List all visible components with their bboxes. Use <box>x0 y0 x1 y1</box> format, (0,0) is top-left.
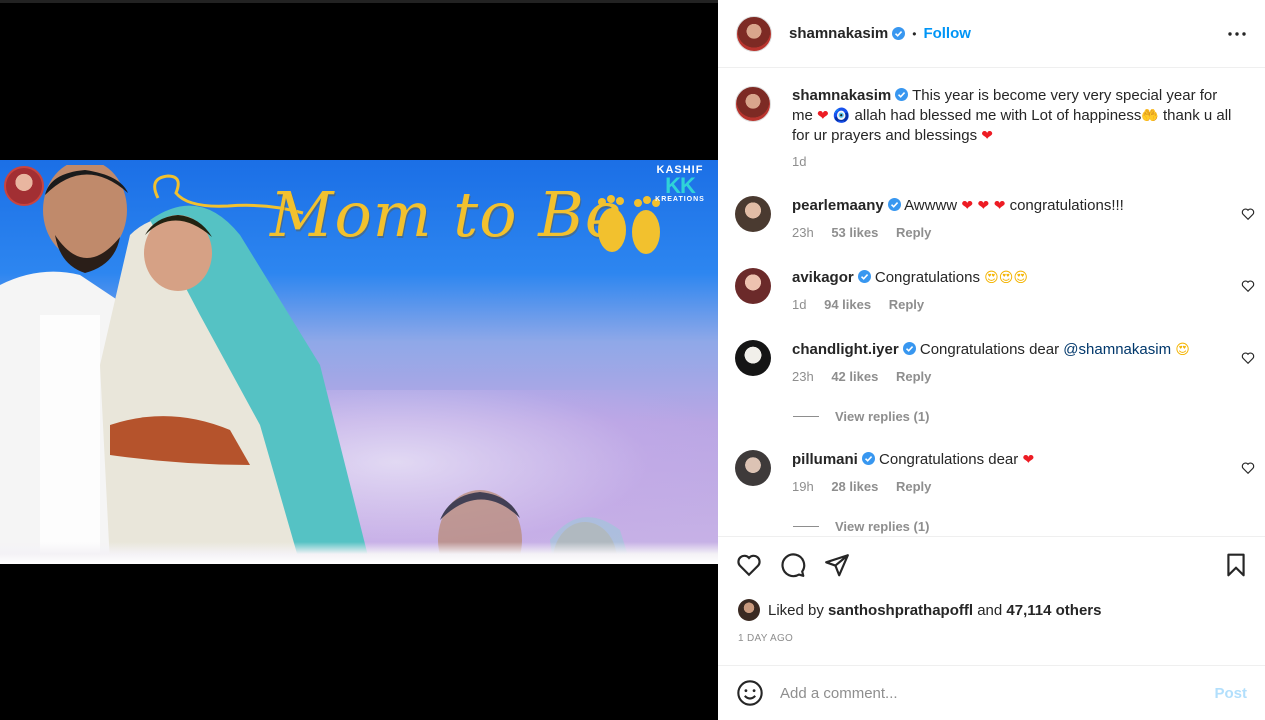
view-replies-line <box>793 526 819 527</box>
comment-likes[interactable]: 42 likes <box>831 369 878 384</box>
caption-body: shamnakasim This year is become very ver… <box>792 86 1242 146</box>
image-torn-edge <box>0 542 718 564</box>
caption-username[interactable]: shamnakasim <box>792 87 891 104</box>
like-comment-icon[interactable] <box>1241 351 1255 365</box>
heart-emoji: ❤ <box>1022 452 1035 468</box>
heart-emoji: ❤ <box>981 128 993 144</box>
post-timestamp[interactable]: 1 DAY AGO <box>738 633 793 644</box>
like-comment-icon[interactable] <box>1241 461 1255 475</box>
image-title: Mom to Be <box>270 178 623 251</box>
share-icon[interactable] <box>824 552 850 578</box>
comment-text: Congratulations dear <box>919 341 1060 358</box>
more-options-icon[interactable] <box>1227 24 1247 44</box>
comment-likes[interactable]: 53 likes <box>831 225 878 240</box>
avatar[interactable] <box>735 450 771 486</box>
follow-button[interactable]: Follow <box>923 25 971 42</box>
comment-icon[interactable] <box>780 552 806 578</box>
caption-meta: 1d <box>792 154 820 169</box>
verified-badge-icon <box>857 270 871 283</box>
comment-time[interactable]: 1d <box>792 297 806 312</box>
comment-meta: 23h 53 likes Reply <box>792 225 945 240</box>
comment-likes[interactable]: 94 likes <box>824 297 871 312</box>
caption-text-2: allah had blessed me with Lot of happine… <box>854 107 1142 124</box>
post-actions: Liked by santhoshprathapoffl and 47,114 … <box>718 536 1265 666</box>
avatar[interactable] <box>735 268 771 304</box>
emoji-picker-icon[interactable] <box>736 679 764 707</box>
image-corner-avatar <box>4 166 44 206</box>
mention-link[interactable]: @shamnakasim <box>1063 341 1171 358</box>
avatar[interactable] <box>738 599 760 621</box>
view-replies-label: View replies (1) <box>835 519 930 534</box>
like-comment-icon[interactable] <box>1241 279 1255 293</box>
comment-body: pillumani Congratulations dear ❤ <box>792 450 1232 470</box>
top-strip <box>0 0 718 3</box>
post-image[interactable]: Mom to Be KASHIF KK KREATIONS <box>0 160 718 564</box>
avatar[interactable] <box>735 196 771 232</box>
comment-body: pearlemaany Awwww ❤ ❤ ❤ congratulations!… <box>792 196 1232 216</box>
post-comment-button[interactable]: Post <box>1214 685 1247 702</box>
likes-count[interactable]: 47,114 others <box>1006 602 1101 619</box>
comment-time[interactable]: 19h <box>792 479 814 494</box>
like-icon[interactable] <box>736 552 762 578</box>
reply-button[interactable]: Reply <box>896 369 931 384</box>
caption-time[interactable]: 1d <box>792 154 806 169</box>
comments-list[interactable]: shamnakasim This year is become very ver… <box>718 69 1265 535</box>
liked-by-and: and <box>977 601 1003 619</box>
verified-badge-icon <box>895 88 909 101</box>
liked-by: Liked by santhoshprathapoffl and 47,114 … <box>738 599 1101 621</box>
comment-time[interactable]: 23h <box>792 225 814 240</box>
comment-username[interactable]: chandlight.iyer <box>792 341 899 358</box>
comment-text: Congratulations <box>874 269 980 286</box>
comment-meta: 19h 28 likes Reply <box>792 479 945 494</box>
image-logo-sub: KREATIONS <box>655 196 705 203</box>
post-side-panel: shamnakasim • Follow shamnakasim This ye… <box>718 0 1265 720</box>
hearts-emoji: ❤ ❤ ❤ <box>961 198 1006 214</box>
hands-emoji: 🤲 <box>1141 108 1159 124</box>
liked-by-user[interactable]: santhoshprathapoffl <box>828 602 973 619</box>
comment-body: avikagor Congratulations 😍😍😍 <box>792 268 1232 288</box>
avatar[interactable] <box>735 86 771 122</box>
verified-badge-icon <box>887 198 901 211</box>
view-replies-button[interactable]: View replies (1) <box>793 409 929 424</box>
liked-by-prefix: Liked by <box>768 601 824 619</box>
image-logo-mark: KK <box>665 173 696 198</box>
verified-badge-icon <box>892 27 906 40</box>
image-logo: KASHIF KK KREATIONS <box>650 164 710 203</box>
reply-button[interactable]: Reply <box>896 225 931 240</box>
comment-text: Awwww <box>904 197 958 214</box>
post-header: shamnakasim • Follow <box>718 0 1265 68</box>
comment-text-after: congratulations!!! <box>1009 197 1124 214</box>
view-replies-button[interactable]: View replies (1) <box>793 519 929 534</box>
reply-button[interactable]: Reply <box>896 479 931 494</box>
comment-username[interactable]: pillumani <box>792 451 858 468</box>
add-comment-bar: Post <box>718 665 1265 720</box>
comment-time[interactable]: 23h <box>792 369 814 384</box>
heart-eyes-emoji: 😍😍😍 <box>984 270 1028 286</box>
view-replies-label: View replies (1) <box>835 409 930 424</box>
verified-badge-icon <box>902 342 916 355</box>
like-comment-icon[interactable] <box>1241 207 1255 221</box>
avatar[interactable] <box>736 15 772 52</box>
comment-username[interactable]: avikagor <box>792 269 854 286</box>
header-separator: • <box>912 26 917 41</box>
nazar-emoji: 🧿 <box>832 108 851 124</box>
avatar[interactable] <box>735 340 771 376</box>
comment-meta: 1d 94 likes Reply <box>792 297 938 312</box>
comment-input[interactable] <box>780 684 1180 702</box>
heart-emoji: ❤ <box>817 108 829 124</box>
comment-body: chandlight.iyer Congratulations dear @sh… <box>792 340 1232 360</box>
comment-likes[interactable]: 28 likes <box>831 479 878 494</box>
header-username[interactable]: shamnakasim <box>789 25 888 42</box>
heart-eyes-emoji: 😍 <box>1175 342 1190 358</box>
reply-button[interactable]: Reply <box>889 297 924 312</box>
comment-meta: 23h 42 likes Reply <box>792 369 945 384</box>
save-bookmark-icon[interactable] <box>1223 552 1249 578</box>
media-pane: Mom to Be KASHIF KK KREATIONS <box>0 0 718 720</box>
view-replies-line <box>793 416 819 417</box>
comment-username[interactable]: pearlemaany <box>792 197 884 214</box>
verified-badge-icon <box>861 452 875 465</box>
comment-text: Congratulations dear <box>879 451 1019 468</box>
